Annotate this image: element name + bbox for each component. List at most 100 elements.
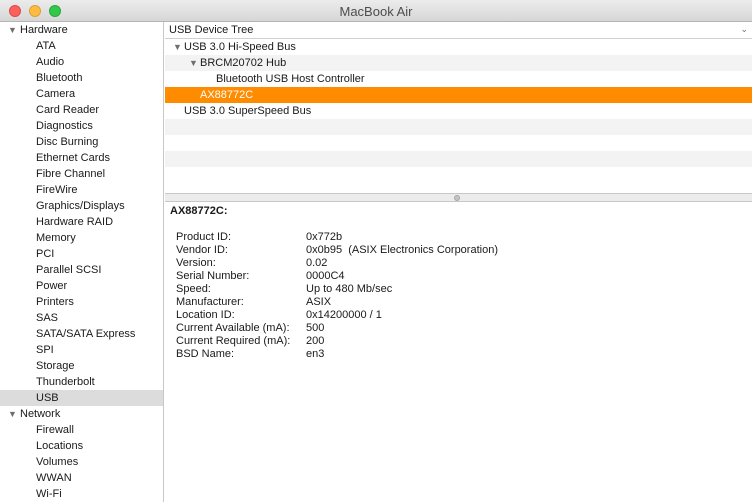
tree-header-label: USB Device Tree (169, 24, 254, 36)
sidebar-item-firewire[interactable]: FireWire (0, 182, 163, 198)
sidebar-item-volumes[interactable]: Volumes (0, 454, 163, 470)
sidebar-item-label: Storage (36, 360, 75, 372)
sidebar-item-ata[interactable]: ATA (0, 38, 163, 54)
sidebar-item-label: Parallel SCSI (36, 264, 102, 276)
tree-row-usb-3-0-hi-speed-bus[interactable]: ▼ USB 3.0 Hi-Speed Bus (165, 39, 752, 55)
sort-chevron-icon: ⌄ (740, 24, 748, 34)
tree-column-header[interactable]: USB Device Tree ⌄ (165, 22, 752, 39)
property-key: Current Available (mA): (176, 322, 290, 334)
sidebar-item-pci[interactable]: PCI (0, 246, 163, 262)
property-row-bsd-name: BSD Name: en3 (165, 348, 752, 361)
sidebar-item-audio[interactable]: Audio (0, 54, 163, 70)
sidebar-item-label: Graphics/Displays (36, 200, 125, 212)
property-row-product-id: Product ID: 0x772b (165, 231, 752, 244)
tree-row-brcm20702-hub[interactable]: ▼ BRCM20702 Hub (165, 55, 752, 71)
disclosure-triangle-icon[interactable]: ▼ (189, 55, 198, 71)
sidebar-item-spi[interactable]: SPI (0, 342, 163, 358)
property-key: BSD Name: (176, 348, 235, 360)
property-value: 0x0b95 (ASIX Electronics Corporation) (306, 244, 498, 256)
sidebar-item-label: Thunderbolt (36, 376, 95, 388)
property-row-current-available-ma: Current Available (mA): 500 (165, 322, 752, 335)
tree-row-stripe (165, 119, 752, 135)
sidebar-item-label: WWAN (36, 472, 72, 484)
property-value: 0000C4 (306, 270, 345, 282)
property-value: 0x772b (306, 231, 343, 243)
sidebar-item-label: ATA (36, 40, 56, 52)
pane-splitter[interactable] (165, 193, 752, 202)
property-value: 0.02 (306, 257, 328, 269)
sidebar-item-label: Printers (36, 296, 74, 308)
splitter-handle-icon[interactable] (454, 195, 460, 201)
property-row-current-required-ma: Current Required (mA): 200 (165, 335, 752, 348)
sidebar-item-bluetooth[interactable]: Bluetooth (0, 70, 163, 86)
tree-row-stripe (165, 167, 752, 183)
tree-row-label: AX88772C (200, 89, 254, 101)
property-row-location-id: Location ID: 0x14200000 / 1 (165, 309, 752, 322)
sidebar-item-label: Wi-Fi (36, 488, 62, 500)
sidebar-item-label: Hardware RAID (36, 216, 114, 228)
sidebar-item-label: Power (36, 280, 68, 292)
sidebar-item-storage[interactable]: Storage (0, 358, 163, 374)
sidebar-item-label: SAS (36, 312, 59, 324)
sidebar-section-label: Hardware (20, 24, 68, 36)
tree-row-usb-3-0-superspeed-bus[interactable]: USB 3.0 SuperSpeed Bus (165, 103, 752, 119)
property-key: Location ID: (176, 309, 235, 321)
property-key: Serial Number: (176, 270, 250, 282)
sidebar-item-firewall[interactable]: Firewall (0, 422, 163, 438)
detail-pane: AX88772C: Product ID: 0x772b Vendor ID: 0x0… (165, 202, 752, 502)
title-bar[interactable]: MacBook Air (0, 0, 752, 22)
sidebar-item-label: USB (36, 392, 59, 404)
sidebar-item-wwan[interactable]: WWAN (0, 470, 163, 486)
tree-row-bluetooth-usb-host-controller[interactable]: Bluetooth USB Host Controller (165, 71, 752, 87)
sidebar-item-parallel-scsi[interactable]: Parallel SCSI (0, 262, 163, 278)
sidebar-item-label: Ethernet Cards (36, 152, 110, 164)
property-key: Manufacturer: (176, 296, 244, 308)
sidebar-item-label: Card Reader (36, 104, 99, 116)
sidebar-item-label: SPI (36, 344, 54, 356)
sidebar-item-ethernet-cards[interactable]: Ethernet Cards (0, 150, 163, 166)
property-row-vendor-id: Vendor ID: 0x0b95 (ASIX Electronics Corpo… (165, 244, 752, 257)
sidebar-item-disc-burning[interactable]: Disc Burning (0, 134, 163, 150)
tree-row-stripe (165, 135, 752, 151)
sidebar-item-sata-sata-express[interactable]: SATA/SATA Express (0, 326, 163, 342)
sidebar-item-power[interactable]: Power (0, 278, 163, 294)
sidebar-section-network[interactable]: ▼ Network (0, 406, 163, 422)
disclosure-triangle-icon[interactable]: ▼ (8, 406, 17, 422)
sidebar-item-thunderbolt[interactable]: Thunderbolt (0, 374, 163, 390)
detail-title: AX88772C: (170, 205, 228, 217)
sidebar-item-card-reader[interactable]: Card Reader (0, 102, 163, 118)
disclosure-triangle-icon[interactable]: ▼ (173, 39, 182, 55)
sidebar-item-fibre-channel[interactable]: Fibre Channel (0, 166, 163, 182)
property-row-manufacturer: Manufacturer: ASIX (165, 296, 752, 309)
sidebar-item-diagnostics[interactable]: Diagnostics (0, 118, 163, 134)
sidebar-item-label: SATA/SATA Express (36, 328, 136, 340)
sidebar-item-printers[interactable]: Printers (0, 294, 163, 310)
sidebar-item-label: Camera (36, 88, 76, 100)
sidebar-item-label: Disc Burning (36, 136, 99, 148)
sidebar-item-label: FireWire (36, 184, 78, 196)
sidebar-item-camera[interactable]: Camera (0, 86, 163, 102)
sidebar-section-hardware[interactable]: ▼ Hardware (0, 22, 163, 38)
sidebar-item-usb[interactable]: USB (0, 390, 163, 406)
sidebar-item-label: Volumes (36, 456, 79, 468)
property-value: en3 (306, 348, 325, 360)
disclosure-triangle-icon[interactable]: ▼ (8, 22, 17, 38)
sidebar-item-locations[interactable]: Locations (0, 438, 163, 454)
tree-row-label: Bluetooth USB Host Controller (216, 73, 365, 85)
property-row-speed: Speed: Up to 480 Mb/sec (165, 283, 752, 296)
usb-device-tree: USB Device Tree ⌄ ▼ USB 3.0 Hi-Speed Bus ▼… (165, 22, 752, 193)
sidebar-item-label: Bluetooth (36, 72, 83, 84)
sidebar-item-sas[interactable]: SAS (0, 310, 163, 326)
sidebar-item-label: Diagnostics (36, 120, 93, 132)
tree-row-label: USB 3.0 Hi-Speed Bus (184, 41, 296, 53)
tree-row-ax88772c[interactable]: AX88772C (165, 87, 752, 103)
sidebar-item-hardware-raid[interactable]: Hardware RAID (0, 214, 163, 230)
property-key: Current Required (mA): (176, 335, 291, 347)
property-row-version: Version: 0.02 (165, 257, 752, 270)
sidebar-item-label: Firewall (36, 424, 74, 436)
property-value: 0x14200000 / 1 (306, 309, 382, 321)
sidebar-item-wi-fi[interactable]: Wi-Fi (0, 486, 163, 502)
sidebar-item-memory[interactable]: Memory (0, 230, 163, 246)
property-value: Up to 480 Mb/sec (306, 283, 393, 295)
sidebar-item-graphics-displays[interactable]: Graphics/Displays (0, 198, 163, 214)
